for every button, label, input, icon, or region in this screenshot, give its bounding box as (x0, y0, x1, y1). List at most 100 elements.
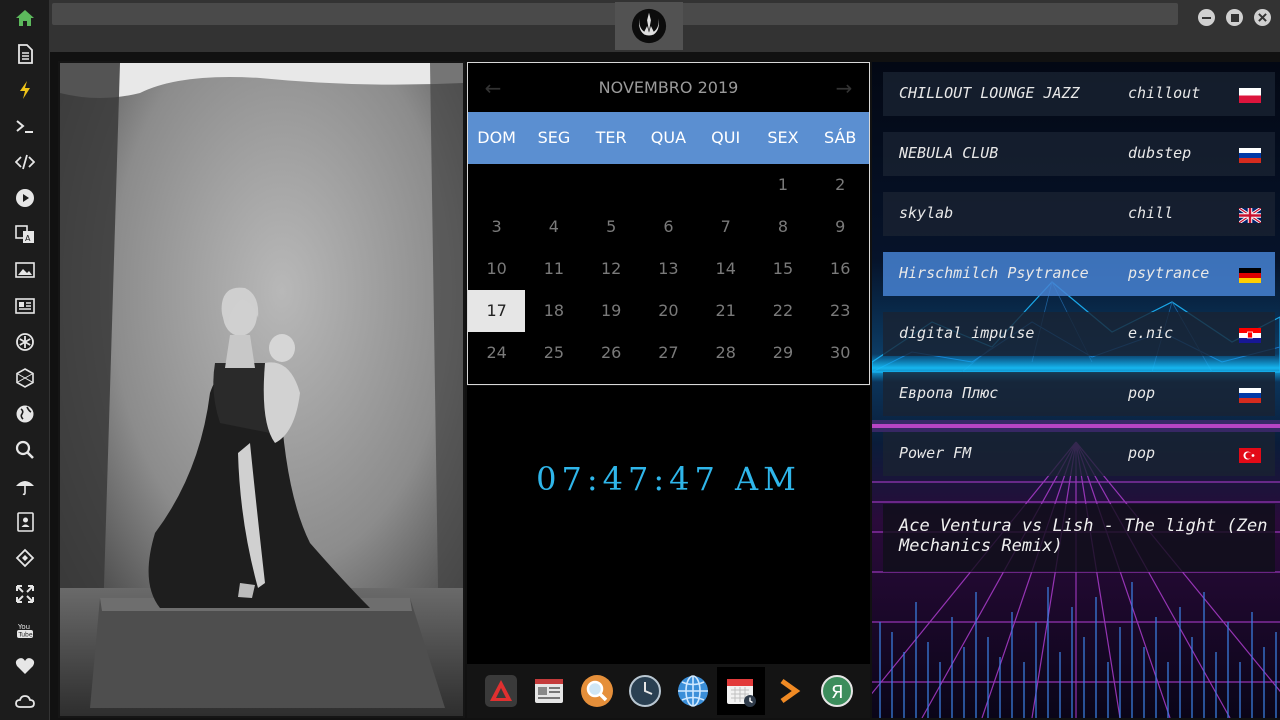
home-icon[interactable] (12, 5, 38, 31)
search-app-icon[interactable] (573, 667, 621, 715)
station-genre: pop (1128, 444, 1156, 462)
calendar-day[interactable]: 21 (697, 290, 754, 332)
terminal-icon[interactable] (12, 113, 38, 139)
russia-flag-icon (1239, 388, 1261, 403)
svg-text:You: You (17, 623, 30, 631)
station-row[interactable]: CHILLOUT LOUNGE JAZZ chillout (883, 72, 1275, 116)
station-genre: chillout (1128, 84, 1201, 102)
calendar-day[interactable]: 7 (697, 206, 754, 248)
calendar-day[interactable]: 13 (640, 248, 697, 290)
calendar-app-icon[interactable] (717, 667, 765, 715)
station-name: Power FM (899, 444, 972, 462)
weekday-label: TER (595, 128, 627, 147)
cloud-icon[interactable] (12, 689, 38, 715)
calendar-day[interactable]: 15 (754, 248, 811, 290)
yandex-icon[interactable]: Я (813, 667, 861, 715)
rebel-alliance-icon[interactable] (615, 2, 683, 50)
globe-icon[interactable] (12, 401, 38, 427)
close-button[interactable] (1254, 9, 1271, 26)
calendar-day[interactable]: 26 (583, 332, 640, 374)
radio-widget: CHILLOUT LOUNGE JAZZ chillout NEBULA CLU… (872, 62, 1280, 718)
calendar-day[interactable]: 16 (812, 248, 869, 290)
poland-flag-icon (1239, 88, 1261, 103)
calendar-day[interactable]: 6 (640, 206, 697, 248)
document-icon[interactable] (12, 41, 38, 67)
calendar-day[interactable]: 30 (812, 332, 869, 374)
calendar-day[interactable]: 1 (754, 164, 811, 206)
calendar-day[interactable]: 23 (812, 290, 869, 332)
station-row[interactable]: skylab chill (883, 192, 1275, 236)
calendar-day[interactable]: 28 (697, 332, 754, 374)
umbrella-icon[interactable] (12, 473, 38, 499)
calendar-day (697, 164, 754, 206)
station-row[interactable]: Power FM pop (883, 432, 1275, 476)
station-name: CHILLOUT LOUNGE JAZZ (899, 84, 1080, 102)
calendar-day[interactable]: 24 (468, 332, 525, 374)
calendar-day[interactable]: 5 (583, 206, 640, 248)
calendar-grid: 1 2 3 4 5 6 7 8 9 10 11 12 13 14 15 16 17 18 19 20 21 22 23 24 2… (468, 164, 869, 374)
now-playing-panel: Ace Ventura vs Lish - The light (Zen Mec… (883, 504, 1275, 572)
calendar-day[interactable]: 14 (697, 248, 754, 290)
youtube-icon[interactable]: You Tube (12, 617, 38, 643)
heart-icon[interactable] (12, 653, 38, 679)
station-row[interactable]: digital impulse e.nic (883, 312, 1275, 356)
contacts-icon[interactable] (12, 509, 38, 535)
sidebar: A You Tube (0, 0, 50, 720)
lightning-icon[interactable] (12, 77, 38, 103)
next-month-button[interactable]: → (829, 73, 859, 103)
calendar-week-row: 10 11 12 13 14 15 16 (468, 248, 869, 290)
calendar-day[interactable]: 9 (812, 206, 869, 248)
calendar-day[interactable]: 12 (583, 248, 640, 290)
search-icon[interactable] (12, 437, 38, 463)
fullscreen-icon[interactable] (12, 581, 38, 607)
play-icon[interactable] (12, 185, 38, 211)
calendar-day[interactable]: 27 (640, 332, 697, 374)
station-genre: chill (1128, 204, 1174, 222)
image-icon[interactable] (12, 257, 38, 283)
news-icon[interactable] (12, 293, 38, 319)
tag-icon[interactable] (12, 545, 38, 571)
translate-icon[interactable]: A (12, 221, 38, 247)
station-genre: dubstep (1128, 144, 1192, 162)
calendar-month-title: NOVEMBRO 2019 (598, 78, 739, 97)
station-genre: pop (1128, 384, 1156, 402)
settings-icon[interactable] (12, 329, 38, 355)
calendar-day[interactable]: 4 (525, 206, 582, 248)
station-row-active[interactable]: Hirschmilch Psytrance psytrance (883, 252, 1275, 296)
station-name: skylab (899, 204, 954, 222)
station-row[interactable]: Европа Плюс pop (883, 372, 1275, 416)
calendar-day[interactable]: 22 (754, 290, 811, 332)
calendar-day[interactable]: 20 (640, 290, 697, 332)
maximize-button[interactable] (1226, 9, 1243, 26)
calendar-day[interactable]: 19 (583, 290, 640, 332)
croatia-flag-icon (1239, 328, 1261, 343)
uk-flag-icon (1239, 208, 1261, 223)
svg-text:Tube: Tube (18, 632, 33, 639)
calendar-day[interactable]: 29 (754, 332, 811, 374)
code-icon[interactable] (12, 149, 38, 175)
terminal-arrow-icon[interactable] (765, 667, 813, 715)
calendar-week-row: 24 25 26 27 28 29 30 (468, 332, 869, 374)
station-row[interactable]: NEBULA CLUB dubstep (883, 132, 1275, 176)
arch-icon[interactable] (477, 667, 525, 715)
calendar-day[interactable]: 2 (812, 164, 869, 206)
calendar-day[interactable]: 11 (525, 248, 582, 290)
news-reader-icon[interactable] (525, 667, 573, 715)
calendar-day[interactable]: 18 (525, 290, 582, 332)
clock-app-icon[interactable] (621, 667, 669, 715)
calendar-day[interactable]: 3 (468, 206, 525, 248)
station-name: Hirschmilch Psytrance (899, 264, 1089, 282)
browser-icon[interactable] (669, 667, 717, 715)
station-name: NEBULA CLUB (899, 144, 999, 162)
calendar-day[interactable]: 10 (468, 248, 525, 290)
calendar-day[interactable]: 25 (525, 332, 582, 374)
minimize-button[interactable] (1198, 9, 1215, 26)
calendar-day-today[interactable]: 17 (468, 290, 526, 332)
digital-clock: 07:47:47 AM (536, 460, 801, 498)
dock: Я (467, 664, 870, 718)
clock-widget: 07:47:47 AM (467, 386, 870, 664)
photo-widget (58, 61, 465, 718)
weekday-label: QUI (711, 128, 741, 147)
hexagon-icon[interactable] (12, 365, 38, 391)
calendar-day[interactable]: 8 (754, 206, 811, 248)
